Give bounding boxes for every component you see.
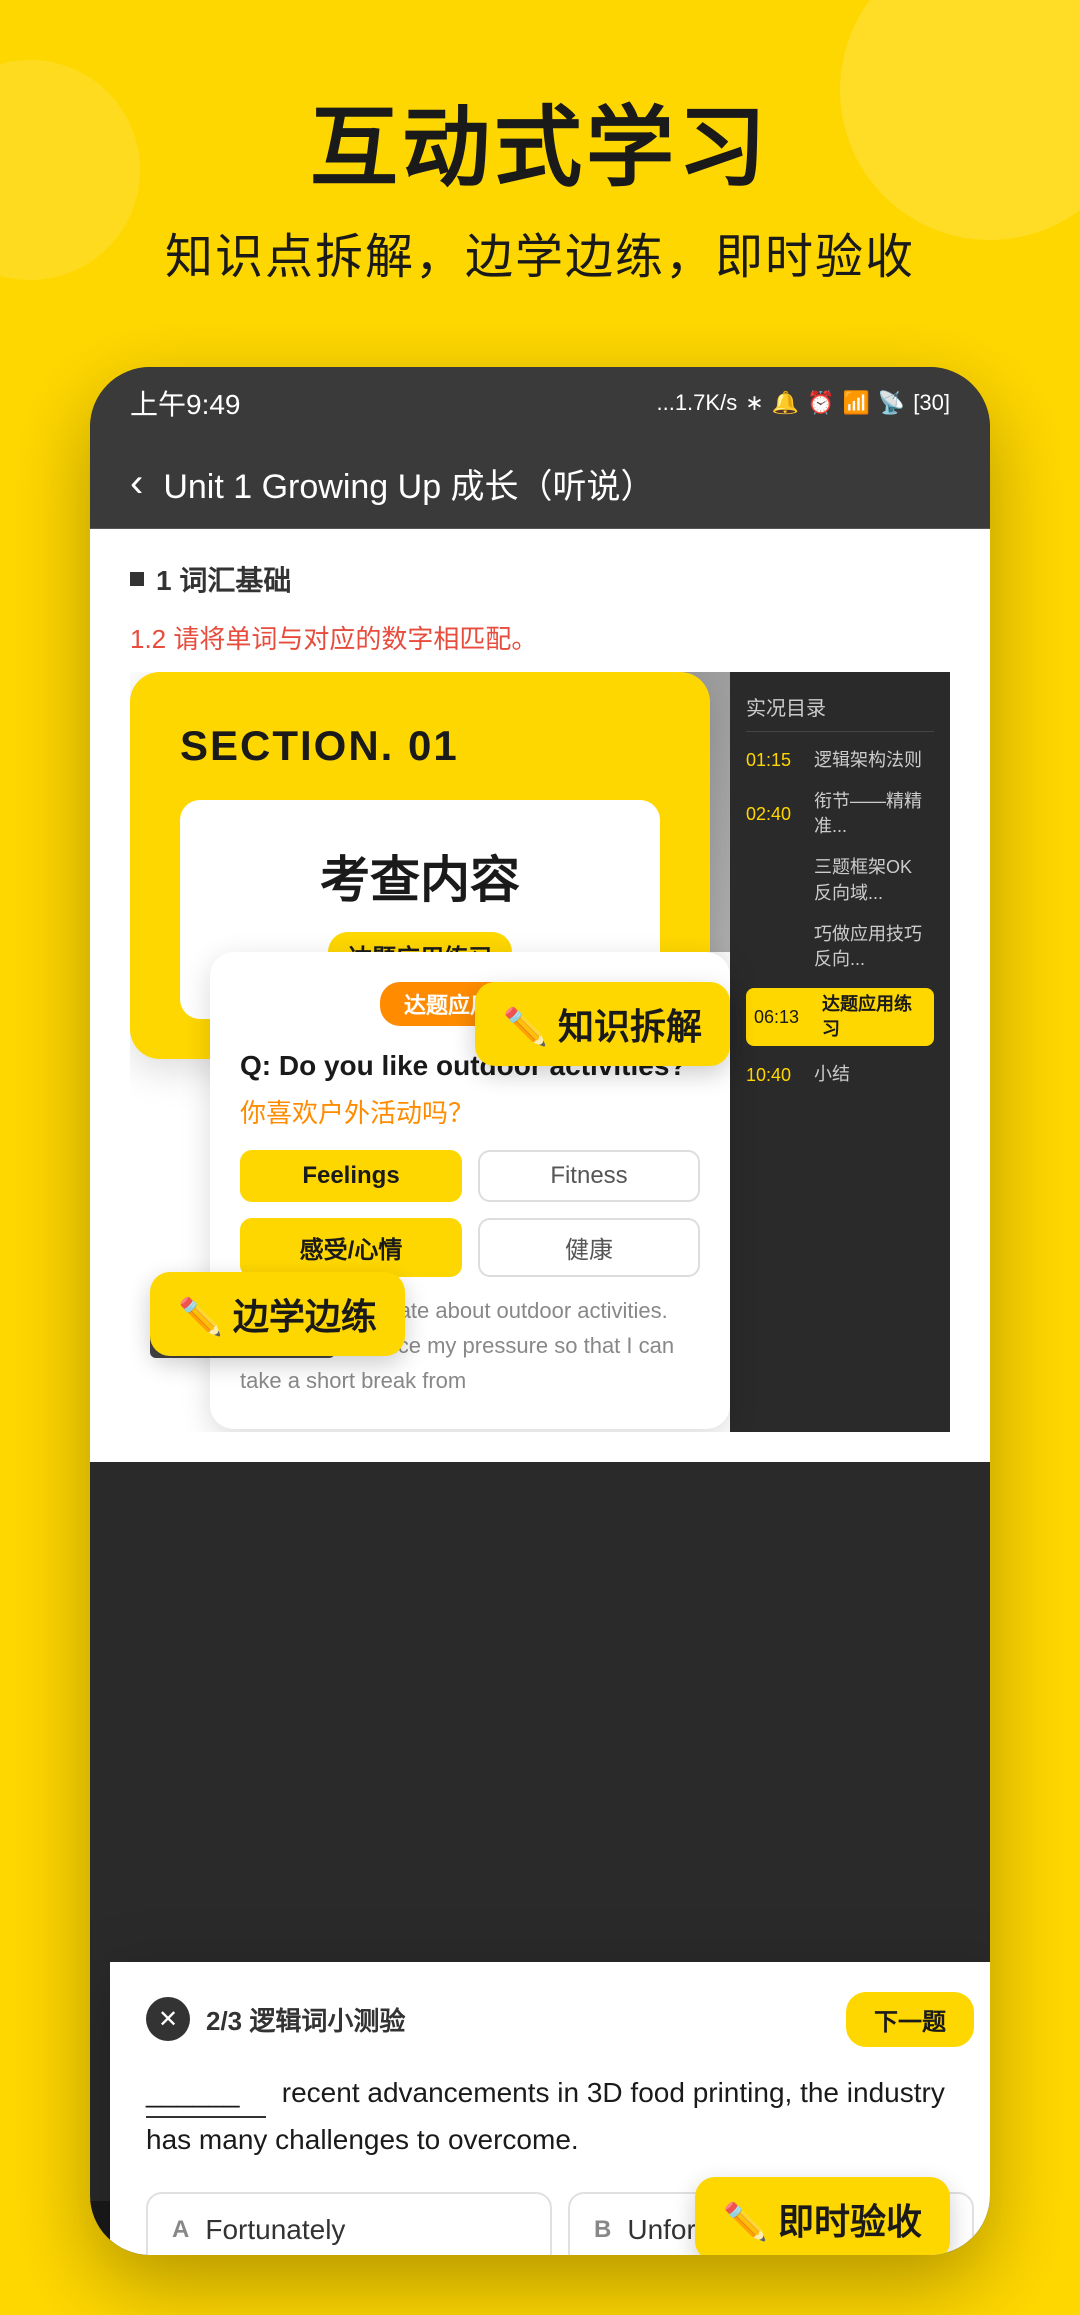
rp-item-1: 01:15 逻辑架构法则 [746,748,934,773]
kacha-title: 考查内容 [220,840,620,912]
label-jishi: ✏️ 即时验收 [695,2177,950,2255]
bluetooth-icon: ∗ [745,390,763,416]
nav-bar: ‹ Unit 1 Growing Up 成长（听说） [90,439,990,529]
section-label-text: 1 词汇基础 [156,559,291,599]
back-button[interactable]: ‹ [130,461,143,506]
cards-overlay: SECTION. 01 考查内容 达题应用练习 达题应用练习 Q: Do you… [130,672,950,1432]
sub-title: 知识点拆解，边学边练，即时验收 [165,217,915,287]
network-speed: ...1.7K/s [656,390,737,416]
quiz-option-a[interactable]: A Fortunately [146,2192,552,2254]
wifi-icon: 📡 [878,390,905,416]
right-panel-title: 实况目录 [746,692,934,732]
quiz-progress: 2/3 逻辑词小测验 [206,2001,830,2038]
pencil-icon-zhishi: ✏️ [503,1006,548,1047]
exercise-subtitle: 1.2 请将单词与对应的数字相匹配。 [130,619,950,656]
pencil-icon-bianjian: ✏️ [178,1296,223,1337]
rp-item-4: 巧做应用技巧 反向... [746,922,934,972]
right-panel: 实况目录 01:15 逻辑架构法则 02:40 衔节——精精准... 三题框架O… [730,672,950,1432]
rp-item-3: 三题框架OK 反向域... [746,855,934,905]
label-bianjian: ✏️ 边学边练 [150,1272,405,1356]
practice-option-cn-2[interactable]: 健康 [478,1218,700,1277]
alarm-icon: ⏰ [807,390,834,416]
quiz-question: ______ recent advancements in 3D food pr… [146,2071,974,2163]
rp-text-3: 三题框架OK 反向域... [814,855,934,905]
rp-time-1: 01:15 [746,750,806,771]
quiz-blank: ______ [146,2071,266,2118]
label-zhishi: ✏️ 知识拆解 [475,982,730,1066]
practice-option-cn-1[interactable]: 感受/心情 [240,1218,462,1277]
rp-item-5: 06:13 达题应用练习 [746,988,934,1046]
quiz-header: ✕ 2/3 逻辑词小测验 下一题 [146,1992,974,2047]
practice-option-fitness[interactable]: Fitness [478,1150,700,1202]
status-bar: 上午9:49 ...1.7K/s ∗ 🔔 ⏰ 📶 📡 [30] [90,367,990,439]
rp-text-2: 衔节——精精准... [814,789,934,839]
quiz-option-text-a: Fortunately [205,2214,345,2246]
rp-time-2: 02:40 [746,804,806,825]
course-content-area: 1 词汇基础 1.2 请将单词与对应的数字相匹配。 [90,529,990,1462]
practice-option-feelings[interactable]: Feelings [240,1150,462,1202]
header-section: 互动式学习 知识点拆解，边学边练，即时验收 [165,100,915,287]
page-container: 互动式学习 知识点拆解，边学边练，即时验收 上午9:49 ...1.7K/s ∗… [0,0,1080,2315]
main-title: 互动式学习 [165,100,915,197]
rp-text-6: 小结 [814,1062,850,1087]
rp-text-4: 巧做应用技巧 反向... [814,922,934,972]
rp-item-2: 02:40 衔节——精精准... [746,789,934,839]
signal-icon: 📶 [842,390,869,416]
status-time: 上午9:49 [130,383,241,423]
section-label: 1 词汇基础 [130,559,950,599]
rp-text-1: 逻辑架构法则 [814,748,922,773]
rp-text-5: 达题应用练习 [822,992,926,1042]
quiz-close-button[interactable]: ✕ [146,1997,190,2041]
status-icons: ...1.7K/s ∗ 🔔 ⏰ 📶 📡 [30] [656,390,950,416]
pencil-icon-jishi: ✏️ [723,2201,768,2242]
quiz-next-button[interactable]: 下一题 [846,1992,974,2047]
rp-item-6: 10:40 小结 [746,1062,934,1087]
rp-time-5: 06:13 [754,1007,814,1028]
section-dot [130,572,144,586]
deco-circle-2 [0,60,140,280]
practice-options-cn: 感受/心情 健康 [240,1218,700,1277]
quiz-option-label-a: A [172,2216,189,2244]
quiz-option-label-b: B [594,2216,611,2244]
battery-icon: [30] [913,390,950,416]
practice-options: Feelings Fitness [240,1150,700,1202]
notification-icon: 🔔 [772,390,799,416]
nav-title: Unit 1 Growing Up 成长（听说） [163,459,654,508]
practice-question-cn: 你喜欢户外活动吗？ [240,1093,700,1130]
rp-time-6: 10:40 [746,1065,806,1086]
section-title: SECTION. 01 [180,722,660,770]
phone-mockup: 上午9:49 ...1.7K/s ∗ 🔔 ⏰ 📶 📡 [30] ‹ Unit 1… [90,367,990,2255]
